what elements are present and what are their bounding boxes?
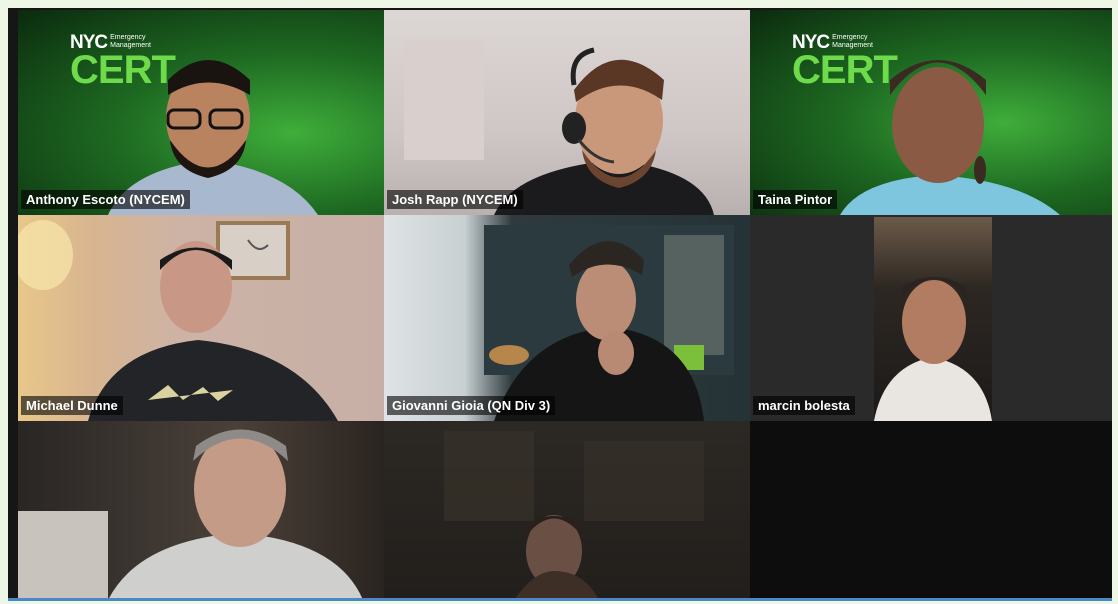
participant-video (18, 429, 363, 600)
video-tile-participant-8[interactable] (384, 421, 750, 600)
empty-grid-area (750, 421, 1112, 600)
participant-video (108, 60, 318, 215)
participant-name: marcin bolesta (753, 396, 855, 415)
participant-video (404, 40, 714, 215)
participant-name: Taina Pintor (753, 190, 838, 209)
participant-name: Giovanni Gioia (QN Div 3) (387, 396, 556, 415)
participant-name: Anthony Escoto (NYCEM) (21, 190, 190, 209)
video-tile-marcin-bolesta[interactable]: marcin bolesta (750, 215, 1112, 421)
video-tile-anthony-escoto[interactable]: NYC Emergency Management CERT Anthony Esco… (18, 10, 384, 215)
video-tile-michael-dunne[interactable]: Michael Dunne (18, 215, 384, 421)
video-tile-taina-pintor[interactable]: NYC Emergency Management CERT Taina Pintor (750, 10, 1112, 215)
participant-video (840, 60, 1060, 215)
participant-video (484, 225, 734, 421)
participant-video (444, 431, 704, 600)
video-tile-josh-rapp[interactable]: Josh Rapp (NYCEM) (384, 10, 750, 215)
participant-video (874, 277, 992, 421)
participant-name: Josh Rapp (NYCEM) (387, 190, 523, 209)
participant-video (18, 220, 338, 421)
video-tile-participant-7[interactable] (18, 421, 384, 600)
active-speaker-indicator (8, 598, 1112, 601)
video-grid: NYC Emergency Management CERT Anthony Esco… (8, 8, 1112, 600)
video-tile-giovanni-gioia[interactable]: Giovanni Gioia (QN Div 3) (384, 215, 750, 421)
camera-feed (874, 217, 992, 421)
participant-name: Michael Dunne (21, 396, 123, 415)
